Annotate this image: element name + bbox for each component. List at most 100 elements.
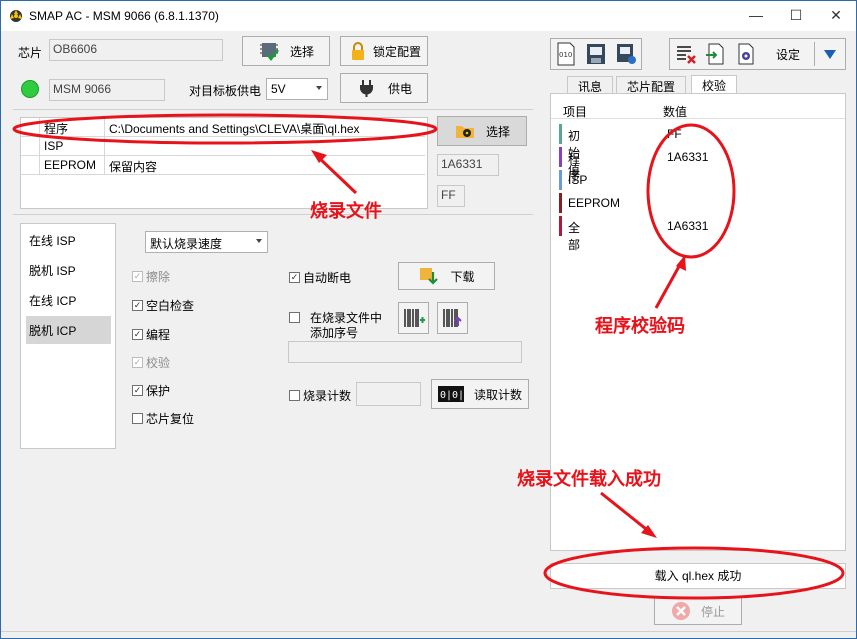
load-project-icon[interactable] — [615, 42, 637, 66]
checkbox-box — [289, 390, 300, 401]
close-icon[interactable]: ✕ — [816, 1, 856, 31]
mode-item-online-icp[interactable]: 在线 ICP — [26, 286, 111, 314]
barcode-add-button[interactable] — [398, 302, 429, 334]
protect-label: 保护 — [146, 384, 171, 398]
title-bar: SMAP AC - MSM 9066 (6.8.1.1370) — ☐ ✕ — [1, 1, 856, 31]
lock-icon — [351, 42, 364, 60]
maximize-icon[interactable]: ☐ — [776, 1, 816, 31]
row-name: EEPROM — [39, 156, 105, 175]
tab-messages[interactable]: 讯息 — [567, 76, 614, 94]
table-row[interactable]: EEPROM 保留内容 — [21, 156, 425, 175]
power-plug-icon — [359, 80, 373, 97]
divider — [814, 42, 816, 66]
clear-list-icon[interactable] — [674, 42, 698, 66]
serial-input[interactable] — [288, 341, 522, 363]
dropdown-triangle-icon[interactable] — [823, 47, 837, 61]
download-icon — [420, 268, 439, 285]
stop-label: 停止 — [700, 604, 725, 619]
read-count-label: 读取计数 — [473, 387, 522, 402]
table-row[interactable]: ISP — [21, 137, 425, 156]
blank-check-checkbox[interactable]: ✓ 空白检查 — [132, 297, 194, 314]
speed-select[interactable]: 默认烧录速度 — [145, 231, 268, 253]
tab-chip-config[interactable]: 芯片配置 — [616, 76, 687, 94]
checkbox-box: ✓ — [132, 357, 143, 368]
power-label: 对目标板供电 — [189, 84, 262, 98]
connection-status-indicator — [21, 80, 39, 98]
chip-reset-checkbox[interactable]: 芯片复位 — [132, 410, 194, 427]
chip-label: 芯片 — [18, 46, 43, 60]
erase-checkbox[interactable]: ✓ 擦除 — [132, 268, 170, 285]
voltage-select[interactable]: 5V — [266, 78, 328, 100]
export-icon[interactable] — [704, 42, 728, 66]
file-checksum-field: 1A6331 — [437, 154, 499, 176]
barcode-add-icon — [403, 309, 425, 327]
mode-item-offline-icp[interactable]: 脱机 ICP — [26, 316, 111, 344]
verify-checkbox[interactable]: ✓ 校验 — [132, 354, 170, 371]
program-file-table: 程序 C:\Documents and Settings\CLEVA\桌面\ql… — [20, 117, 428, 209]
checksum-item-value: FF — [667, 127, 682, 141]
download-button[interactable]: 下载 — [398, 262, 495, 290]
eeprom-fill-field: FF — [437, 185, 465, 207]
save-project-icon[interactable] — [585, 42, 607, 66]
chip-select-button[interactable]: 选择 — [242, 36, 330, 66]
blank-check-label: 空白检查 — [146, 299, 195, 313]
barcode-upload-button[interactable] — [437, 302, 468, 334]
counter-icon: 0|0|9 — [437, 386, 464, 402]
mode-item-online-isp[interactable]: 在线 ISP — [26, 226, 111, 254]
file-select-button[interactable]: 选择 — [437, 116, 527, 146]
tab-checksum[interactable]: 校验 — [691, 75, 738, 95]
row-name: ISP — [39, 137, 105, 156]
program-checkbox[interactable]: ✓ 编程 — [132, 326, 170, 343]
row-name: 程序 — [39, 118, 105, 137]
chevron-down-icon — [256, 239, 262, 243]
lock-config-button[interactable]: 锁定配置 — [340, 36, 428, 66]
row-value: 保留内容 — [109, 160, 158, 174]
protect-checkbox[interactable]: ✓ 保护 — [132, 382, 170, 399]
binary-file-icon[interactable]: 010 — [555, 42, 577, 66]
table-row[interactable]: 程序 C:\Documents and Settings\CLEVA\桌面\ql… — [21, 118, 425, 137]
checkbox-box: ✓ — [132, 271, 143, 282]
checksum-color-marker — [559, 193, 562, 213]
add-serial-label-line2: 添加序号 — [310, 326, 359, 340]
checksum-item-name: 全部 — [568, 221, 581, 252]
status-bar — [1, 631, 856, 638]
status-message: 载入 ql.hex 成功 — [550, 563, 846, 589]
auto-power-off-checkbox[interactable]: ✓ 自动断电 — [289, 269, 351, 286]
minimize-icon[interactable]: — — [736, 1, 776, 31]
checkbox-box: ✓ — [132, 329, 143, 340]
main-toolbar: 设定 — [669, 38, 846, 70]
settings-label[interactable]: 设定 — [776, 46, 800, 63]
window-title: SMAP AC - MSM 9066 (6.8.1.1370) — [29, 9, 219, 23]
read-count-button[interactable]: 0|0|9 读取计数 — [431, 379, 529, 409]
checkbox-box — [289, 312, 300, 323]
svg-text:0|0|9: 0|0|9 — [440, 390, 464, 401]
checksum-item-value: 1A6331 — [667, 219, 709, 233]
power-supply-button[interactable]: 供电 — [340, 73, 428, 103]
chip-select-icon — [259, 43, 279, 62]
checksum-item-name: EEPROM — [568, 196, 621, 210]
auto-power-off-label: 自动断电 — [303, 271, 352, 285]
stop-button[interactable]: 停止 — [654, 597, 742, 625]
mode-list: 在线 ISP 脱机 ISP 在线 ICP 脱机 ICP — [20, 223, 116, 449]
chip-field: OB6606 — [49, 39, 223, 61]
divider — [13, 214, 533, 215]
burn-count-input[interactable] — [356, 382, 421, 406]
download-label: 下载 — [450, 269, 475, 284]
device-field: MSM 9066 — [49, 79, 165, 101]
file-toolbar: 010 — [550, 38, 642, 70]
power-supply-label: 供电 — [387, 81, 412, 96]
row-value — [105, 137, 423, 156]
chevron-down-icon — [316, 86, 322, 90]
burn-count-checkbox[interactable]: 烧录计数 — [289, 387, 351, 404]
barcode-upload-icon — [442, 309, 462, 327]
settings-file-icon[interactable] — [734, 42, 758, 66]
mode-item-offline-isp[interactable]: 脱机 ISP — [26, 256, 111, 284]
voltage-value: 5V — [271, 82, 286, 96]
speed-value: 默认烧录速度 — [150, 237, 223, 251]
divider — [551, 118, 845, 119]
burn-count-label: 烧录计数 — [303, 389, 352, 403]
add-serial-checkbox[interactable] — [289, 312, 300, 323]
program-file-path: C:\Documents and Settings\CLEVA\桌面\ql.he… — [109, 122, 360, 136]
program-label: 编程 — [146, 328, 171, 342]
checkbox-box — [132, 413, 143, 424]
